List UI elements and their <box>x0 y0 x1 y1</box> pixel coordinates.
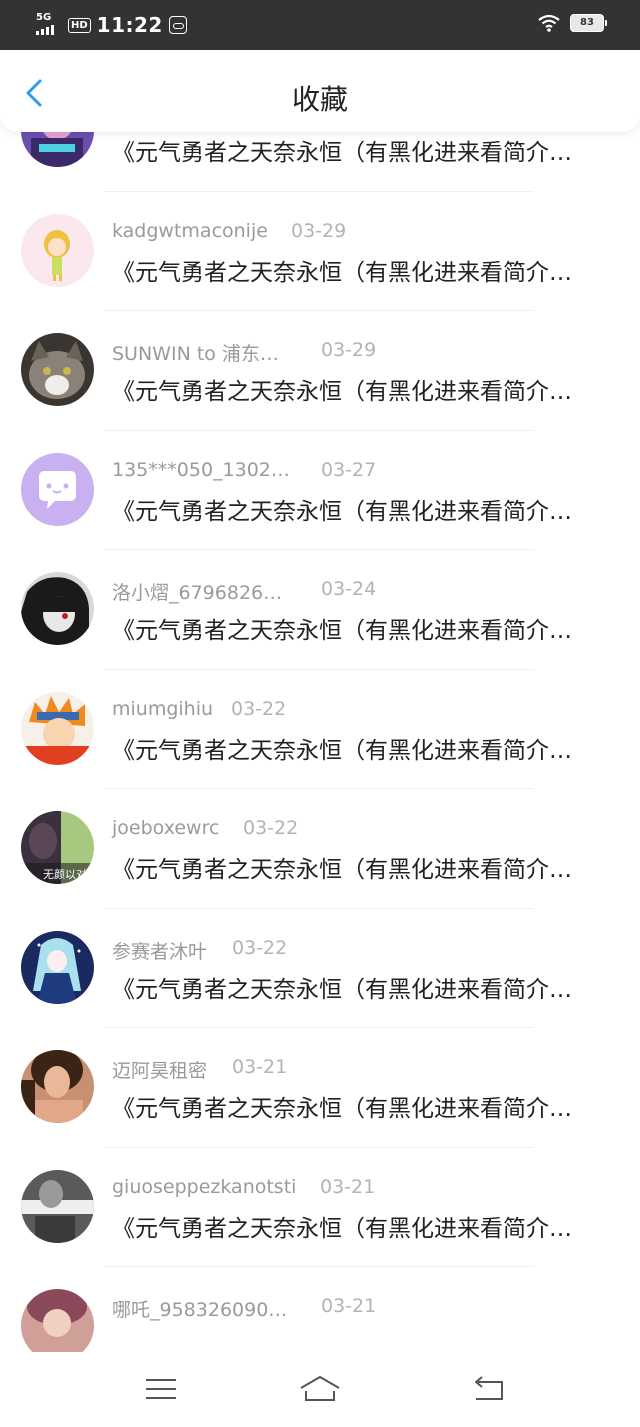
favorite-list-item[interactable]: 迈阿昊租密 03-21 《元气勇者之天奈永恒（有黑化进来看简介… <box>0 1028 640 1148</box>
favorite-date: 03-29 <box>321 339 377 361</box>
username: 哪吒_958326090… <box>112 1299 288 1321</box>
favorite-date: 03-22 <box>232 936 288 959</box>
hd-icon: HD <box>68 17 91 33</box>
favorite-list-item[interactable]: 135***050_1302… 03-27 《元气勇者之天奈永恒（有黑化进来看简介… <box>0 431 640 550</box>
favorite-date: 03-21 <box>320 1175 376 1198</box>
favorite-date: 03-22 <box>243 817 299 839</box>
favorite-title[interactable]: 《元气勇者之天奈永恒（有黑化进来看简介… <box>112 970 600 1004</box>
username: 迈阿昊租密 <box>112 1060 208 1082</box>
avatar-text: 无颜以对 <box>43 867 87 881</box>
network-type: 5G <box>36 12 52 23</box>
favorite-list-item[interactable]: kadgwtmaconije 03-29 《元气勇者之天奈永恒（有黑化进来看简介… <box>0 192 640 311</box>
favorite-date: 03-24 <box>321 578 377 600</box>
favorite-title[interactable]: 《元气勇者之天奈永恒（有黑化进来看简介… <box>112 611 600 645</box>
favorite-list-item[interactable]: 洛小熠_6796826… 03-24 《元气勇者之天奈永恒（有黑化进来看简介… <box>0 550 640 670</box>
nav-header: 收藏 <box>0 50 640 132</box>
favorite-list-item[interactable]: SUNWIN to 浦东… 03-29 《元气勇者之天奈永恒（有黑化进来看简介… <box>0 311 640 431</box>
battery-icon: 83 <box>570 14 607 32</box>
favorite-date: 03-29 <box>291 219 347 242</box>
username: SUNWIN to 浦东… <box>112 343 279 365</box>
favorite-title[interactable]: 《元气勇者之天奈永恒（有黑化进来看简介… <box>112 133 600 167</box>
user-avatar[interactable] <box>21 1050 94 1123</box>
username: 洛小熠_6796826… <box>112 582 283 604</box>
favorite-title[interactable]: 《元气勇者之天奈永恒（有黑化进来看简介… <box>112 372 600 406</box>
signal-icon: 5G <box>36 13 62 37</box>
page-title: 收藏 <box>291 83 348 116</box>
status-left: 5G HD 11:22 <box>36 12 187 38</box>
clock: 11:22 <box>96 13 163 37</box>
favorite-list-item[interactable]: miumgihiu 03-22 《元气勇者之天奈永恒（有黑化进来看简介… <box>0 670 640 789</box>
game-icon <box>168 16 187 34</box>
favorite-date: 03-22 <box>231 697 287 720</box>
favorite-list-item[interactable]: 魔竭座03-31《元气勇者之天奈永恒（有黑化进来看简介… <box>0 132 640 192</box>
home-icon[interactable] <box>298 1374 342 1404</box>
favorite-list-item[interactable]: 无颜以对 joeboxewrc 03-22 《元气勇者之天奈永恒（有黑化进来看简介… <box>0 789 640 909</box>
favorite-title[interactable]: 《元气勇者之天奈永恒（有黑化进来看简介… <box>112 850 600 884</box>
username: 参赛者沐叶 <box>112 940 208 963</box>
back-icon[interactable] <box>468 1374 508 1404</box>
user-avatar[interactable] <box>21 1289 94 1352</box>
user-avatar[interactable] <box>21 691 94 765</box>
wifi-icon <box>538 14 560 32</box>
status-bar: 5G HD 11:22 83 <box>0 0 640 50</box>
favorites-list[interactable]: 魔竭座03-31《元气勇者之天奈永恒（有黑化进来看简介…kadgwtmaconi… <box>0 132 640 1352</box>
username: giuoseppezkanotsti <box>112 1175 297 1198</box>
user-avatar[interactable] <box>21 930 94 1004</box>
user-avatar[interactable]: 无颜以对 <box>21 811 94 884</box>
user-avatar[interactable] <box>21 132 94 167</box>
username: joeboxewrc <box>112 817 220 839</box>
username: 135***050_1302… <box>112 458 290 481</box>
favorite-title[interactable]: 《元气勇者之天奈永恒（有黑化进来看简介… <box>112 253 600 287</box>
user-avatar[interactable] <box>21 452 94 526</box>
user-avatar[interactable] <box>21 1169 94 1243</box>
favorite-date: 03-27 <box>321 458 377 481</box>
username: kadgwtmaconije <box>112 219 268 242</box>
favorite-title[interactable]: 《元气勇者之天奈永恒（有黑化进来看简介… <box>112 1089 600 1123</box>
status-right: 83 <box>538 13 607 33</box>
user-avatar[interactable] <box>21 333 94 406</box>
user-avatar[interactable] <box>21 572 94 645</box>
menu-icon[interactable] <box>141 1374 181 1404</box>
username: miumgihiu <box>112 697 214 720</box>
favorite-date: 03-21 <box>232 1056 288 1078</box>
favorite-list-item[interactable]: 哪吒_958326090… 03-21 <box>0 1267 640 1352</box>
favorite-list-item[interactable]: 参赛者沐叶 03-22 《元气勇者之天奈永恒（有黑化进来看简介… <box>0 909 640 1028</box>
system-nav-bar <box>0 1352 640 1427</box>
favorite-title[interactable]: 《元气勇者之天奈永恒（有黑化进来看简介… <box>112 492 600 526</box>
favorite-list-item[interactable]: giuoseppezkanotsti 03-21 《元气勇者之天奈永恒（有黑化进来看… <box>0 1148 640 1267</box>
user-avatar[interactable] <box>21 213 94 287</box>
favorite-title[interactable]: 《元气勇者之天奈永恒（有黑化进来看简介… <box>112 731 600 765</box>
favorite-date: 03-21 <box>321 1295 377 1317</box>
favorite-title[interactable]: 《元气勇者之天奈永恒（有黑化进来看简介… <box>112 1209 600 1243</box>
